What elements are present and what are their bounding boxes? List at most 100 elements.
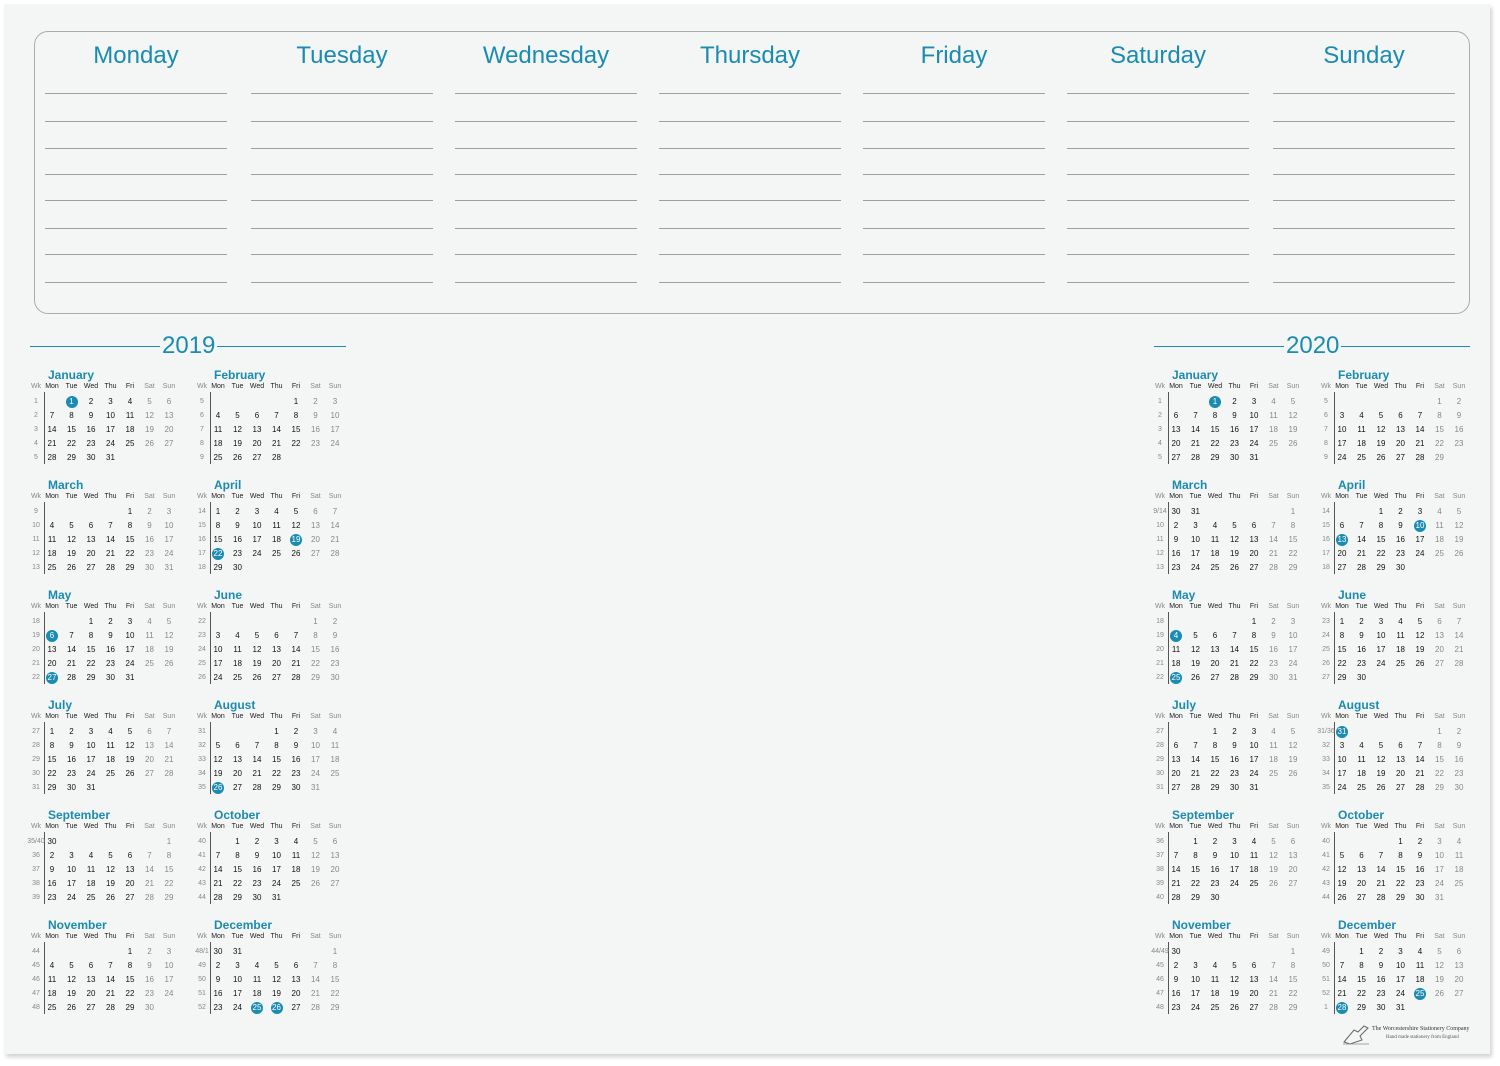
writing-line[interactable] (659, 200, 841, 201)
date-cell: 16 (1454, 425, 1464, 434)
writing-line[interactable] (1067, 148, 1249, 149)
writing-line[interactable] (45, 93, 227, 94)
weekday-header: Tue (231, 713, 244, 720)
writing-line[interactable] (455, 282, 637, 283)
writing-line[interactable] (1273, 282, 1455, 283)
weekday-header: Fri (291, 933, 301, 940)
writing-line[interactable] (1273, 228, 1455, 229)
date-cell: 1 (1290, 947, 1296, 956)
writing-line[interactable] (251, 254, 433, 255)
writing-line[interactable] (251, 282, 433, 283)
writing-line[interactable] (863, 254, 1045, 255)
date-cell: 14 (145, 865, 154, 874)
date-cell: 26 (106, 893, 115, 902)
writing-line[interactable] (863, 200, 1045, 201)
date-cell: 17 (252, 535, 262, 544)
date-cell: 24 (1415, 549, 1425, 558)
date-cell: 18 (252, 989, 262, 998)
writing-line[interactable] (863, 93, 1045, 94)
date-cell: 12 (1288, 411, 1298, 420)
weekday-header: Fri (291, 603, 301, 610)
writing-line[interactable] (45, 148, 227, 149)
date-cell: 27 (1249, 563, 1259, 572)
date-cell: 21 (272, 439, 281, 448)
writing-line[interactable] (1273, 174, 1455, 175)
date-cell: 24 (252, 549, 262, 558)
writing-line[interactable] (659, 254, 841, 255)
writing-line[interactable] (1067, 174, 1249, 175)
writing-line[interactable] (1273, 200, 1455, 201)
writing-line[interactable] (863, 282, 1045, 283)
date-cell: 30 (1357, 673, 1366, 682)
date-cell: 10 (1191, 975, 1200, 984)
writing-line[interactable] (1067, 121, 1249, 122)
date-cell: 22 (311, 659, 320, 668)
writing-line[interactable] (863, 174, 1045, 175)
date-cell: 20 (1435, 645, 1444, 654)
writing-line[interactable] (455, 148, 637, 149)
date-cell: 6 (127, 851, 133, 860)
writing-line[interactable] (1273, 121, 1455, 122)
writing-line[interactable] (1067, 228, 1249, 229)
writing-line[interactable] (1067, 254, 1249, 255)
date-cell: 31 (1288, 673, 1298, 682)
writing-line[interactable] (1067, 282, 1249, 283)
month-name: December (1338, 918, 1397, 932)
writing-line[interactable] (251, 228, 433, 229)
weekday-header: Thu (270, 713, 283, 720)
date-cell: 12 (1376, 425, 1386, 434)
date-cell: 21 (1191, 439, 1200, 448)
date-cell: 10 (272, 851, 281, 860)
writing-line[interactable] (659, 121, 841, 122)
writing-line[interactable] (45, 228, 227, 229)
writing-line[interactable] (45, 254, 227, 255)
date-cell: 4 (215, 411, 221, 420)
writing-line[interactable] (251, 148, 433, 149)
writing-line[interactable] (1067, 200, 1249, 201)
date-cell: 28 (330, 549, 340, 558)
date-cell: 16 (1376, 975, 1386, 984)
writing-line[interactable] (455, 121, 637, 122)
date-cell: 7 (1232, 631, 1237, 640)
writing-line[interactable] (45, 121, 227, 122)
writing-line[interactable] (455, 93, 637, 94)
writing-line[interactable] (455, 200, 637, 201)
writing-line[interactable] (455, 174, 637, 175)
weekday-header: Tue (65, 933, 78, 940)
writing-line[interactable] (1273, 93, 1455, 94)
date-cell: 29 (1396, 893, 1405, 902)
writing-line[interactable] (251, 174, 433, 175)
writing-line[interactable] (659, 282, 841, 283)
date-cell: 13 (233, 755, 242, 764)
weekday-header: Thu (104, 603, 117, 610)
writing-line[interactable] (251, 121, 433, 122)
date-cell: 20 (1337, 549, 1347, 558)
writing-line[interactable] (659, 228, 841, 229)
date-cell: 18 (1269, 425, 1278, 434)
writing-line[interactable] (1273, 254, 1455, 255)
weekday-header: Sun (328, 823, 342, 830)
writing-line[interactable] (659, 93, 841, 94)
writing-line[interactable] (45, 200, 227, 201)
writing-line[interactable] (251, 93, 433, 94)
weekday-header: Sun (328, 933, 342, 940)
writing-line[interactable] (863, 121, 1045, 122)
writing-line[interactable] (1067, 93, 1249, 94)
date-cell: 15 (1210, 425, 1220, 434)
writing-line[interactable] (455, 254, 637, 255)
month-calendar: February Wk Mon Tue Wed Thu Fri Sat Sun 5 1 2 6 3 4 5 6 7… (1320, 368, 1470, 473)
writing-line[interactable] (45, 282, 227, 283)
writing-line[interactable] (659, 174, 841, 175)
date-cell: 25 (330, 769, 340, 778)
writing-line[interactable] (863, 228, 1045, 229)
date-cell: 2 (1359, 617, 1364, 626)
writing-line[interactable] (45, 174, 227, 175)
writing-line[interactable] (251, 200, 433, 201)
date-cell: 26 (291, 549, 301, 558)
date-cell: 26 (145, 439, 154, 448)
date-cell: 14 (291, 645, 301, 654)
writing-line[interactable] (659, 148, 841, 149)
writing-line[interactable] (1273, 148, 1455, 149)
writing-line[interactable] (455, 228, 637, 229)
writing-line[interactable] (863, 148, 1045, 149)
